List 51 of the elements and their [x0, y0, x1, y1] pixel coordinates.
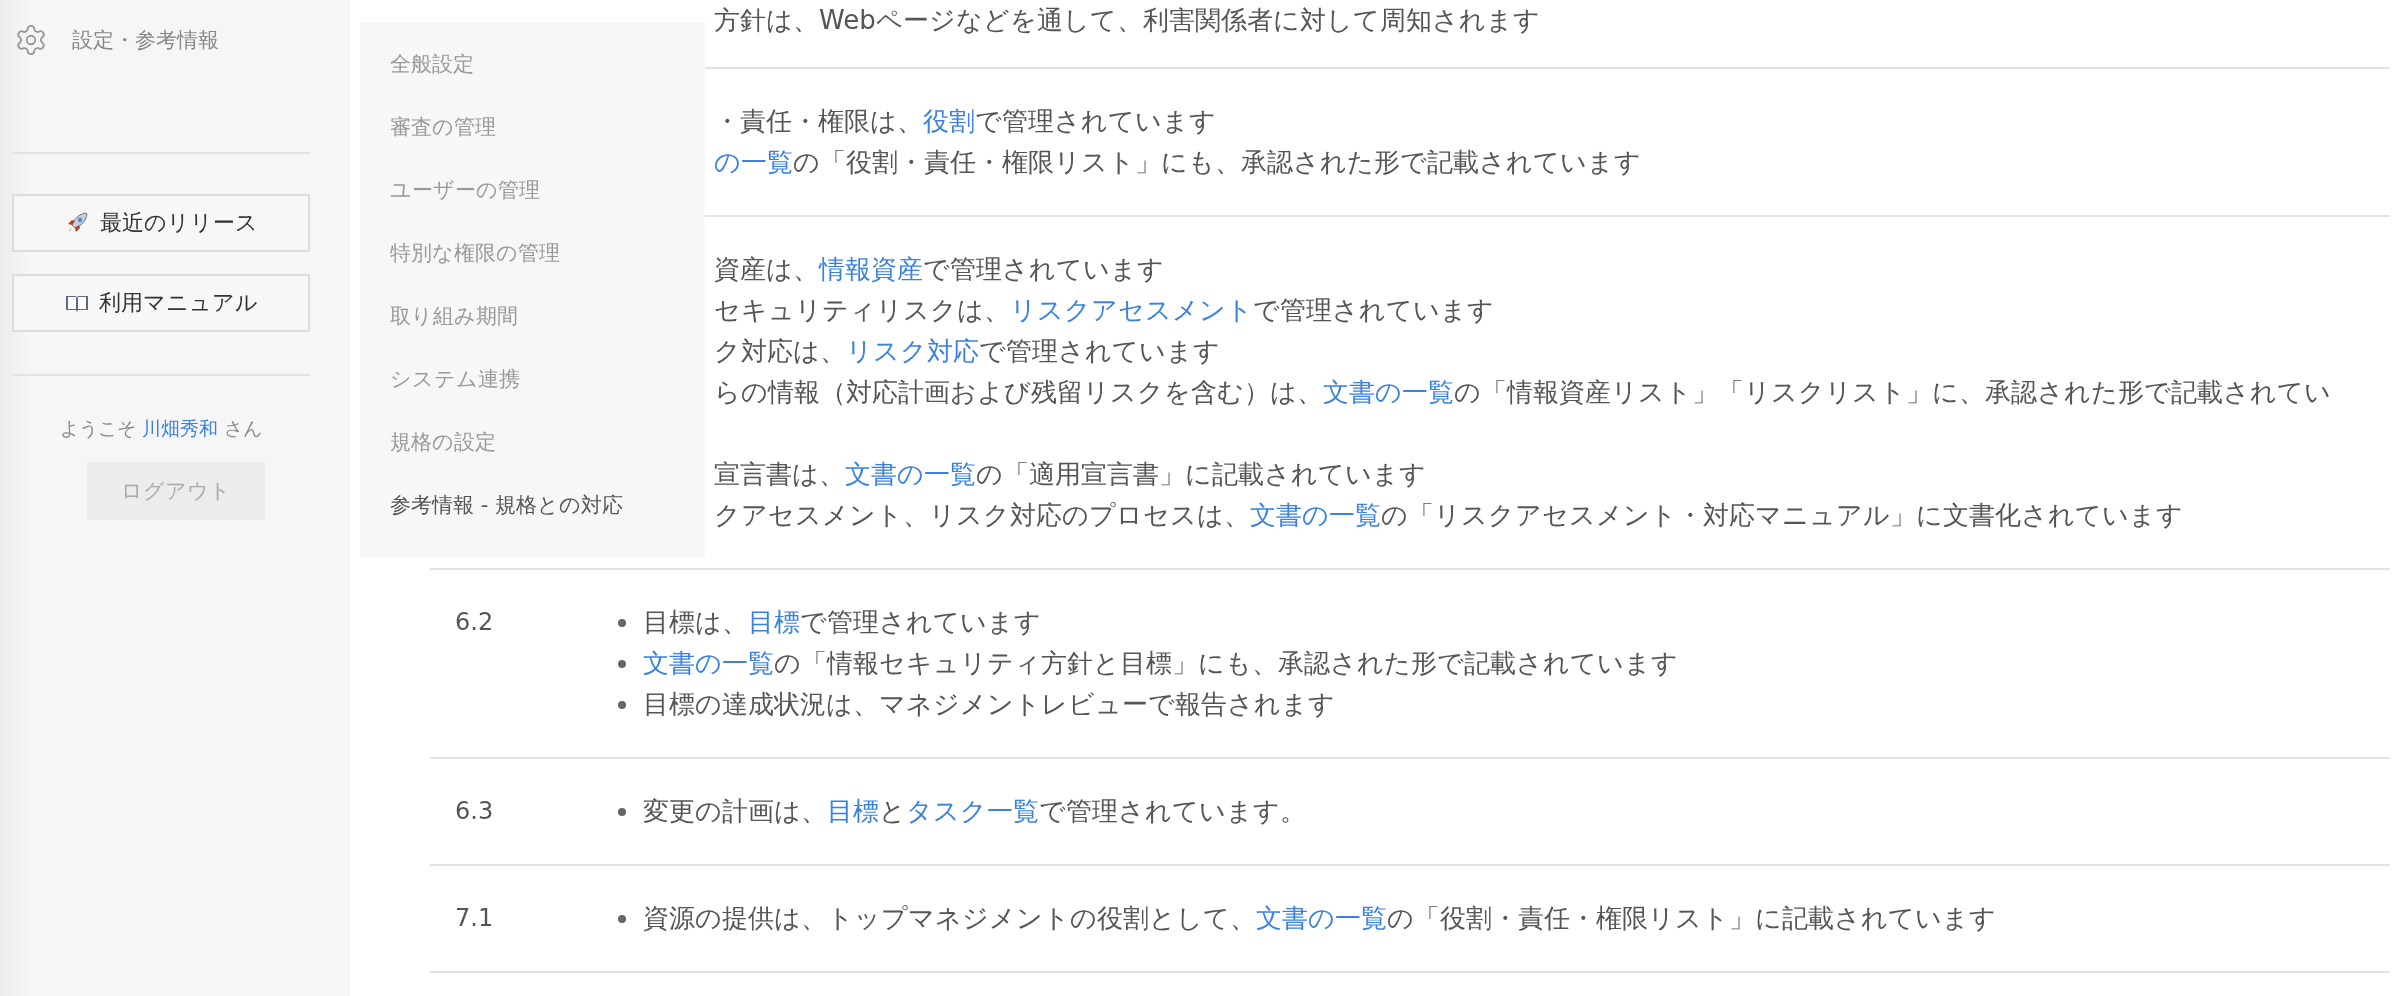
- bullet-text: セキュリティリスクは、リスクアセスメント で管理されています: [714, 294, 1494, 327]
- bullet-text: 文書の一覧の「情報セキュリティ方針と目標」にも、承認された形で記載されています: [643, 647, 1678, 680]
- bullet-text: 資産は、情報資産で管理されています: [714, 253, 1164, 286]
- menu-item[interactable]: 参考情報 - 規格との対応: [390, 485, 623, 548]
- link[interactable]: 情報資産: [819, 254, 923, 284]
- link[interactable]: 文書の一覧: [643, 648, 774, 678]
- section-title: 設定・参考情報: [72, 27, 219, 54]
- releases-button[interactable]: 最近のリリース: [12, 194, 310, 252]
- menu-item[interactable]: 全般設定: [390, 44, 474, 107]
- link[interactable]: 役割: [923, 106, 975, 136]
- clause-number: 6.3: [455, 797, 494, 825]
- user-link[interactable]: 川畑秀和: [142, 417, 218, 439]
- welcome-text: ようこそ 川畑秀和 さん: [58, 416, 264, 441]
- menu-item[interactable]: システム連携: [390, 359, 520, 422]
- book-icon: [64, 293, 89, 313]
- bullet-text: らの情報（対応計画および残留リスクを含む）は、文書の一覧の「情報資産リスト」「リスクリスト」に、承認された形で記載されてい: [714, 376, 2331, 409]
- bullet-icon: [618, 701, 626, 709]
- link[interactable]: 文書の一覧: [1256, 903, 1387, 933]
- logout-button[interactable]: ログアウト: [87, 462, 265, 520]
- bullet-icon: [618, 915, 626, 923]
- bullet-text: 目標の達成状況は、マネジメントレビューで報告されます: [643, 688, 1335, 721]
- bullet-text: 変更の計画は、目標と タスク一覧で管理されています。: [643, 795, 1306, 828]
- bullet-text: 宣言書は、文書の一覧の「適用宣言書」に記載されています: [714, 458, 1426, 491]
- settings-icon[interactable]: [14, 23, 48, 57]
- bullet-text: 方針は、Webページなどを通して、利害関係者に対して周知されます: [714, 4, 1540, 37]
- bullet-icon: [618, 808, 626, 816]
- bullet-icon: [618, 619, 626, 627]
- bullet-text: クアセスメント、リスク対応のプロセスは、文書の一覧の「リスクアセスメント・対応マニュアル」に文書化されています: [714, 499, 2183, 532]
- bullet-text: の一覧の「役割・責任・権限リスト」にも、承認された形で記載されています: [714, 146, 1641, 179]
- link[interactable]: タスク一覧: [906, 796, 1039, 826]
- clause-number: 6.2: [455, 608, 494, 636]
- bullet-text: 目標は、目標で管理されています: [643, 606, 1041, 639]
- menu-item[interactable]: 規格の設定: [390, 422, 496, 485]
- menu-item[interactable]: ユーザーの管理: [390, 170, 540, 233]
- bullet-text: ・責任・権限は、役割で管理されています: [714, 105, 1216, 138]
- menu-item[interactable]: 取り組み期間: [390, 296, 518, 359]
- link[interactable]: 目標: [827, 796, 879, 826]
- link[interactable]: リスク対応: [846, 336, 979, 366]
- bullet-text: ク対応は、リスク対応で管理されています: [714, 335, 1220, 368]
- link[interactable]: 文書の一覧: [1323, 377, 1454, 407]
- bullet-icon: [618, 660, 626, 668]
- link[interactable]: リスクアセスメント: [1010, 295, 1253, 325]
- bullet-text: 資源の提供は、トップマネジメントの役割として、文書の一覧の「役割・責任・権限リスト」に記載されています: [643, 902, 1996, 935]
- link[interactable]: 文書の一覧: [1250, 500, 1381, 530]
- clause-number: 7.1: [455, 904, 494, 932]
- link[interactable]: の一覧: [714, 147, 793, 177]
- link[interactable]: 文書の一覧: [845, 459, 976, 489]
- menu-item[interactable]: 特別な権限の管理: [390, 233, 560, 296]
- manual-button[interactable]: 利用マニュアル: [12, 274, 310, 332]
- menu-item[interactable]: 審査の管理: [390, 107, 496, 170]
- link[interactable]: 目標: [748, 607, 800, 637]
